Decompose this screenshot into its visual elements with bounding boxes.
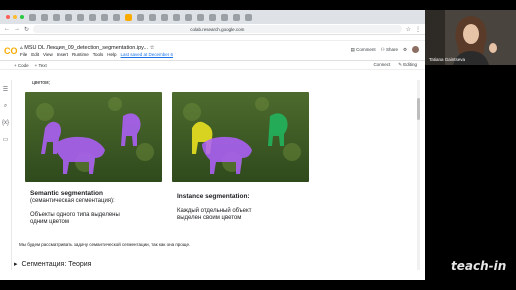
menu-file[interactable]: File (20, 52, 27, 57)
notebook-title-text: MSU DL Лекция_09_detection_segmentation.… (24, 44, 149, 51)
tab-icon[interactable] (101, 13, 108, 21)
comment-label: Comment (356, 46, 376, 52)
connect-button[interactable]: Connect (373, 62, 390, 68)
header-actions: ▤ Comment ⚇ Share ⚙ (351, 46, 419, 53)
tab-icon[interactable] (209, 13, 216, 21)
editing-button[interactable]: ✎ Editing (398, 62, 417, 68)
back-icon[interactable]: ← (4, 26, 10, 32)
url-text: colab.research.google.com (190, 26, 245, 32)
tab-bar (0, 10, 425, 24)
search-icon[interactable]: ⌕ (4, 103, 7, 110)
colab-logo[interactable]: CO (4, 46, 20, 56)
tab-icon[interactable] (221, 13, 228, 21)
address-bar-row: ← → ↻ colab.research.google.com ☆ ⋮ (0, 24, 425, 35)
star-icon[interactable]: ☆ (150, 45, 155, 51)
add-text-button[interactable]: + Text (35, 63, 47, 68)
instance-caption: Instance segmentation: Каждый отдельный … (177, 193, 251, 222)
folder-icon[interactable]: ▭ (3, 136, 9, 143)
last-saved-link[interactable]: Last saved at December 6 (121, 52, 174, 57)
extensions-icon[interactable]: ⋮ (415, 26, 421, 33)
instance-title: Instance segmentation: (177, 193, 250, 200)
webcam-name-label: Tatiana Gaintseva (429, 57, 466, 62)
notebook-title[interactable]: ▵ MSU DL Лекция_09_detection_segmentatio… (20, 45, 173, 51)
semantic-subtitle: (семантическая сегментация): (30, 198, 115, 204)
add-code-button[interactable]: + Code (14, 63, 29, 68)
instance-segmentation-image (172, 92, 309, 182)
tab-icon[interactable] (173, 13, 180, 21)
forward-icon[interactable]: → (14, 26, 20, 32)
colab-header: CO ▵ MSU DL Лекция_09_detection_segmenta… (0, 41, 425, 61)
collapse-caret-icon[interactable]: ▸ (14, 260, 18, 268)
semantic-desc-line2: одним цветом (30, 219, 69, 225)
share-label: Share (385, 46, 398, 52)
watermark-logo: teach-in (451, 259, 507, 273)
comment-button[interactable]: ▤ Comment (351, 47, 376, 53)
tab-icon[interactable] (29, 13, 36, 21)
semantic-desc-line1: Объекты одного типа выделены (30, 212, 120, 218)
notebook-toolbar: + Code + Text Connect ✎ Editing (0, 61, 425, 70)
semantic-caption: Semantic segmentation (семантическая сег… (30, 190, 120, 226)
semantic-segmentation-image (25, 92, 162, 182)
reload-icon[interactable]: ↻ (24, 26, 29, 33)
notebook-content: цветом; Semantic segmentation (семантиче… (14, 80, 422, 270)
left-rail: ☰ ⌕ {x} ▭ (0, 80, 12, 270)
menu-bar: File Edit View Insert Runtime Tools Help… (20, 52, 173, 57)
tab-icon[interactable] (89, 13, 96, 21)
webcam-feed: Tatiana Gaintseva (425, 10, 516, 65)
menu-insert[interactable]: Insert (57, 52, 68, 57)
tab-icon[interactable] (65, 13, 72, 21)
toolbar-right: Connect ✎ Editing (373, 62, 417, 68)
editing-label: Editing (403, 62, 417, 67)
tab-icon[interactable] (233, 13, 240, 21)
minimize-window-button[interactable] (13, 15, 17, 19)
menu-runtime[interactable]: Runtime (72, 52, 89, 57)
tab-icon[interactable] (185, 13, 192, 21)
tab-icon[interactable] (161, 13, 168, 21)
instance-desc-line2: выделен своим цветом (177, 215, 242, 221)
settings-icon[interactable]: ⚙ (403, 47, 407, 53)
tab-icon[interactable] (197, 13, 204, 21)
close-window-button[interactable] (6, 15, 10, 19)
tab-icon[interactable] (137, 13, 144, 21)
text-cell-top: цветом; (32, 80, 50, 86)
text-cell-note: Мы будем рассматривать задачу семантичес… (19, 242, 191, 247)
star-icon[interactable]: ☆ (406, 26, 411, 33)
tab-colab-active[interactable] (125, 13, 132, 21)
tab-icon[interactable] (53, 13, 60, 21)
scrollbar-thumb[interactable] (417, 98, 420, 120)
url-field[interactable]: colab.research.google.com (33, 25, 402, 33)
semantic-title: Semantic segmentation (30, 190, 103, 197)
avatar[interactable] (412, 46, 419, 53)
tab-icon[interactable] (113, 13, 120, 21)
instance-desc-line1: Каждый отдельный объект (177, 208, 252, 214)
menu-edit[interactable]: Edit (31, 52, 39, 57)
share-button[interactable]: ⚇ Share (381, 47, 398, 53)
menu-view[interactable]: View (43, 52, 53, 57)
tab-icon[interactable] (41, 13, 48, 21)
tab-icon[interactable] (245, 13, 252, 21)
tab-icon[interactable] (77, 13, 84, 21)
section-header[interactable]: ▸ Сегментация: Теория (14, 260, 92, 269)
menu-help[interactable]: Help (107, 52, 116, 57)
maximize-window-button[interactable] (20, 15, 24, 19)
menu-tools[interactable]: Tools (93, 52, 104, 57)
tab-icon[interactable] (149, 13, 156, 21)
toc-icon[interactable]: ☰ (3, 86, 8, 93)
screen: ← → ↻ colab.research.google.com ☆ ⋮ CO ▵… (0, 0, 516, 290)
section-title: Сегментация: Теория (21, 260, 92, 268)
variables-icon[interactable]: {x} (2, 120, 9, 126)
